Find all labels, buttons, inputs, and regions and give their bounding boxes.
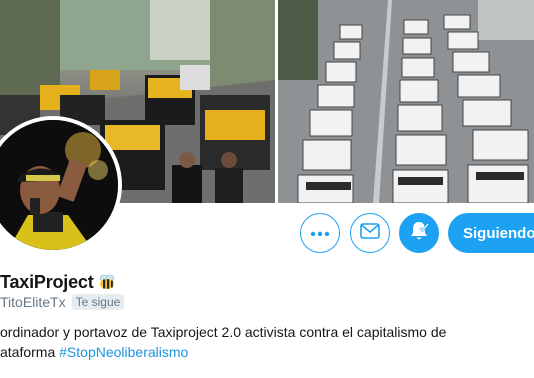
following-button[interactable]: Siguiendo	[448, 213, 534, 253]
envelope-icon	[360, 222, 380, 244]
bio-line-2-text: ataforma	[0, 344, 60, 360]
bee-icon	[97, 272, 117, 292]
direct-message-button[interactable]	[350, 213, 390, 253]
notifications-button[interactable]	[399, 213, 439, 253]
follows-you-badge: Te sigue	[71, 294, 125, 310]
bio-line-2: ataforma #StopNeoliberalismo	[0, 342, 534, 362]
bio-hashtag-link[interactable]: #StopNeoliberalismo	[59, 344, 188, 360]
banner-photo-taxis-avenue	[278, 0, 534, 203]
profile-bio: ordinador y portavoz de Taxiproject 2.0 …	[0, 322, 534, 362]
handle-row: TitoEliteTx Te sigue	[0, 293, 125, 311]
display-name: TaxiProject	[0, 271, 94, 292]
profile-name-row: TaxiProject	[0, 271, 117, 293]
more-button[interactable]	[300, 213, 340, 253]
bell-check-icon	[408, 220, 430, 247]
bio-line-1: ordinador y portavoz de Taxiproject 2.0 …	[0, 324, 447, 340]
profile-handle[interactable]: TitoEliteTx	[0, 294, 66, 310]
following-label: Siguiendo	[463, 224, 534, 242]
more-icon	[310, 224, 330, 242]
